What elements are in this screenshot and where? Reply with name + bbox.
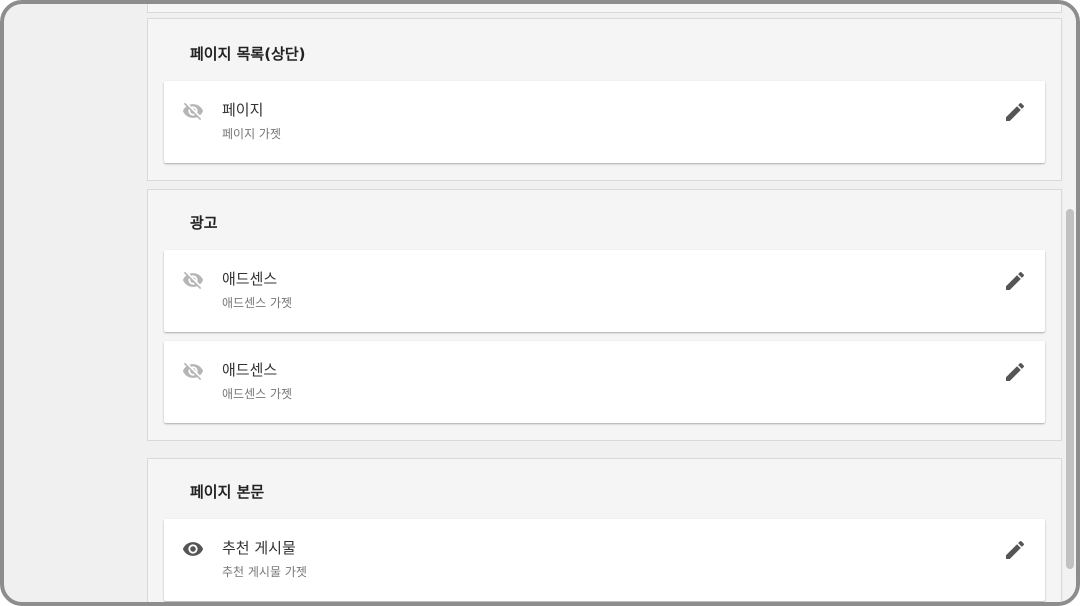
gadget-title: 페이지 — [222, 101, 264, 119]
gadget-title: 애드센스 — [222, 270, 278, 288]
gadget-card[interactable]: 애드센스 애드센스 가젯 — [164, 341, 1045, 423]
scrollbar-thumb[interactable] — [1066, 209, 1074, 569]
gadget-subtitle: 애드센스 가젯 — [222, 387, 293, 401]
gadget-card[interactable]: 페이지 페이지 가젯 — [164, 81, 1045, 163]
gadget-subtitle: 페이지 가젯 — [222, 127, 282, 141]
section-page-body: 페이지 본문 추천 게시물 추천 게시물 가젯 — [147, 458, 1062, 602]
section-title: 광고 — [190, 214, 218, 232]
window-frame: 페이지 목록(상단) 페이지 페이지 가젯 광고 애드센스 애드센스 가젯 애드… — [0, 0, 1080, 606]
gadget-card[interactable]: 애드센스 애드센스 가젯 — [164, 250, 1045, 332]
previous-section-bottom — [147, 4, 1062, 13]
pencil-icon[interactable] — [1003, 538, 1027, 562]
gadget-card[interactable]: 추천 게시물 추천 게시물 가젯 — [164, 519, 1045, 601]
gadget-subtitle: 추천 게시물 가젯 — [222, 565, 307, 579]
gadget-title: 애드센스 — [222, 361, 278, 379]
gadget-subtitle: 애드센스 가젯 — [222, 296, 293, 310]
section-title: 페이지 목록(상단) — [190, 45, 306, 63]
visibility-icon[interactable] — [180, 538, 206, 560]
visibility-off-icon[interactable] — [180, 100, 206, 122]
section-ads: 광고 애드센스 애드센스 가젯 애드센스 애드센스 가젯 — [147, 189, 1062, 441]
scrollbar[interactable] — [1064, 4, 1076, 602]
section-title: 페이지 본문 — [190, 483, 265, 501]
section-page-list-top: 페이지 목록(상단) 페이지 페이지 가젯 — [147, 18, 1062, 181]
pencil-icon[interactable] — [1003, 269, 1027, 293]
visibility-off-icon[interactable] — [180, 360, 206, 382]
gadget-title: 추천 게시물 — [222, 539, 296, 557]
pencil-icon[interactable] — [1003, 100, 1027, 124]
visibility-off-icon[interactable] — [180, 269, 206, 291]
pencil-icon[interactable] — [1003, 360, 1027, 384]
layout-editor: 페이지 목록(상단) 페이지 페이지 가젯 광고 애드센스 애드센스 가젯 애드… — [4, 4, 1076, 602]
